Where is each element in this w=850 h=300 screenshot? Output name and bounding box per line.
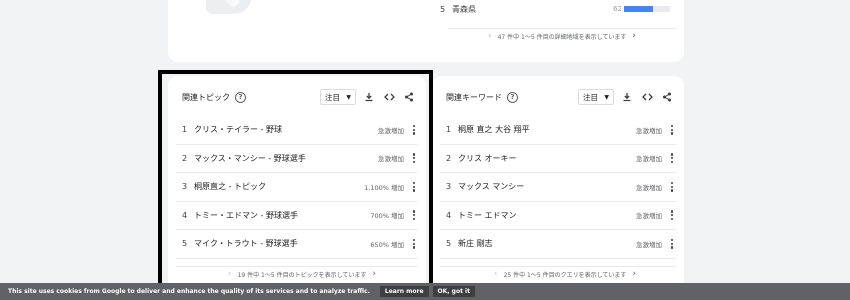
region-value: 62 (613, 5, 622, 13)
list-item[interactable]: 4 トミー エドマン 急激増加 (440, 202, 676, 230)
embed-code-icon[interactable] (640, 90, 654, 104)
chevron-right-icon[interactable]: › (632, 269, 636, 279)
geo-pager: ‹ 47 件中 1～5 件目の詳細地域を表示しています › (488, 31, 636, 41)
more-vert-icon[interactable] (668, 210, 676, 221)
related-keywords-list: 1 桐原 直之 大谷 翔平 急激増加 2 クリス オーキー 急激増加 3 マックス マンシー急… (440, 116, 676, 259)
item-label: クリス オーキー (458, 153, 517, 163)
more-vert-icon[interactable] (410, 210, 418, 221)
learn-more-button[interactable]: Learn more (379, 286, 429, 297)
item-metric: 650% 増加 (370, 240, 404, 249)
list-item[interactable]: 5 新庄 剛志 急激増加 (440, 230, 676, 259)
item-metric: 急激増加 (378, 126, 404, 135)
list-item[interactable]: 3 マックス マンシー 急激増加 (440, 173, 676, 202)
item-rank: 4 (182, 210, 188, 220)
sort-select[interactable]: 注目 ▼ (320, 89, 356, 105)
item-rank: 4 (446, 210, 452, 220)
sort-select-value: 注目 (583, 92, 598, 102)
cookie-message: This site uses cookies from Google to de… (8, 288, 370, 295)
region-row[interactable]: 5 青森県 62 (440, 2, 670, 16)
related-topics-list: 1 クリス・テイラー - 野球 急激増加 2 マックス・マンシー - 野球選手 急激増加 3… (176, 116, 418, 259)
pager-text: 19 件中 1～5 件目のトピックを表示しています (237, 271, 367, 279)
share-icon[interactable] (402, 90, 416, 104)
chevron-left-icon[interactable]: ‹ (228, 269, 232, 279)
more-vert-icon[interactable] (668, 181, 676, 192)
keywords-pager: ‹ 25 件中 1～5 件目のクエリを表示しています › (494, 269, 636, 279)
item-rank: 3 (182, 182, 188, 192)
item-rank: 2 (182, 153, 188, 163)
embed-code-icon[interactable] (382, 90, 396, 104)
item-metric: 急激増加 (378, 155, 404, 164)
sort-select[interactable]: 注目 ▼ (578, 89, 614, 105)
item-rank: 1 (182, 125, 188, 135)
related-keywords-card: 関連キーワード ? 注目 ▼ 1 桐原 直之 大谷 翔平 急激増加 2 クリス オーキー… (432, 76, 684, 300)
pager-text: 25 件中 1～5 件目のクエリを表示しています (503, 271, 627, 279)
caret-down-icon: ▼ (346, 93, 351, 101)
more-vert-icon[interactable] (668, 153, 676, 164)
item-label: 桐原直之 - トピック (194, 182, 266, 192)
region-name: 青森県 (452, 4, 476, 14)
card-title: 関連キーワード (446, 92, 502, 102)
caret-down-icon: ▼ (604, 93, 609, 101)
pager-text: 47 件中 1～5 件目の詳細地域を表示しています (497, 33, 627, 41)
item-label: マックス・マンシー - 野球選手 (194, 153, 306, 163)
more-vert-icon[interactable] (410, 153, 418, 164)
sort-select-value: 注目 (325, 92, 340, 102)
more-vert-icon[interactable] (668, 238, 676, 249)
item-label: 桐原 直之 大谷 翔平 (458, 125, 530, 135)
item-label: 新庄 剛志 (458, 239, 493, 249)
chevron-right-icon[interactable]: › (372, 269, 376, 279)
chevron-left-icon[interactable]: ‹ (488, 31, 492, 41)
item-rank: 1 (446, 125, 452, 135)
pager-divider (448, 28, 676, 29)
item-label: マイク・トラウト - 野球選手 (194, 239, 298, 249)
list-item[interactable]: 2 マックス・マンシー - 野球選手 急激増加 (176, 145, 418, 173)
list-item[interactable]: 4 トミー・エドマン - 野球選手 700% 増加 (176, 202, 418, 230)
chevron-left-icon[interactable]: ‹ (494, 269, 498, 279)
item-metric: 急激増加 (636, 183, 662, 192)
more-vert-icon[interactable] (410, 181, 418, 192)
item-metric: 急激増加 (636, 240, 662, 249)
more-vert-icon[interactable] (410, 238, 418, 249)
more-vert-icon[interactable] (410, 124, 418, 135)
ok-got-it-button[interactable]: OK, got it (432, 286, 475, 297)
list-item[interactable]: 1 クリス・テイラー - 野球 急激増加 (176, 116, 418, 145)
share-icon[interactable] (660, 90, 674, 104)
pager-divider (440, 266, 676, 267)
region-rank: 5 (440, 4, 446, 14)
list-item[interactable]: 1 桐原 直之 大谷 翔平 急激増加 (440, 116, 676, 145)
item-rank: 5 (182, 239, 188, 249)
pager-divider (176, 266, 418, 267)
card-title: 関連トピック (182, 92, 230, 102)
item-metric: 急激増加 (636, 212, 662, 221)
help-icon[interactable]: ? (507, 91, 518, 103)
list-item[interactable]: 3 桐原直之 - トピック 1,100% 増加 (176, 173, 418, 202)
item-label: クリス・テイラー - 野球 (194, 125, 282, 135)
item-metric: 700% 増加 (370, 212, 404, 221)
more-vert-icon[interactable] (668, 124, 676, 135)
card-header: 関連トピック ? 注目 ▼ (182, 86, 416, 108)
item-rank: 2 (446, 153, 452, 163)
region-bar-fill (624, 6, 653, 12)
download-icon[interactable] (362, 90, 376, 104)
item-label: トミー エドマン (458, 210, 517, 220)
topics-pager: ‹ 19 件中 1～5 件目のトピックを表示しています › (228, 269, 376, 279)
item-metric: 急激増加 (636, 155, 662, 164)
geo-card: 5 青森県 62 ‹ 47 件中 1～5 件目の詳細地域を表示しています › (168, 0, 684, 62)
cookie-bar: This site uses cookies from Google to de… (0, 283, 850, 300)
download-icon[interactable] (620, 90, 634, 104)
list-item[interactable]: 2 クリス オーキー 急激増加 (440, 145, 676, 173)
item-label: トミー・エドマン - 野球選手 (194, 210, 298, 220)
list-item[interactable]: 5 マイク・トラウト - 野球選手 650% 増加 (176, 230, 418, 259)
item-rank: 3 (446, 182, 452, 192)
region-bar (624, 6, 670, 12)
help-icon[interactable]: ? (235, 91, 246, 103)
chevron-right-icon[interactable]: › (632, 31, 636, 41)
related-topics-card: 関連トピック ? 注目 ▼ 1 クリス・テイラー - 野球 急激増加 2 マックス・マン… (168, 76, 426, 300)
item-label: マックス マンシー (458, 182, 525, 192)
card-header: 関連キーワード ? 注目 ▼ (446, 86, 674, 108)
item-metric: 1,100% 増加 (364, 183, 404, 192)
item-rank: 5 (446, 239, 452, 249)
item-metric: 急激増加 (636, 126, 662, 135)
